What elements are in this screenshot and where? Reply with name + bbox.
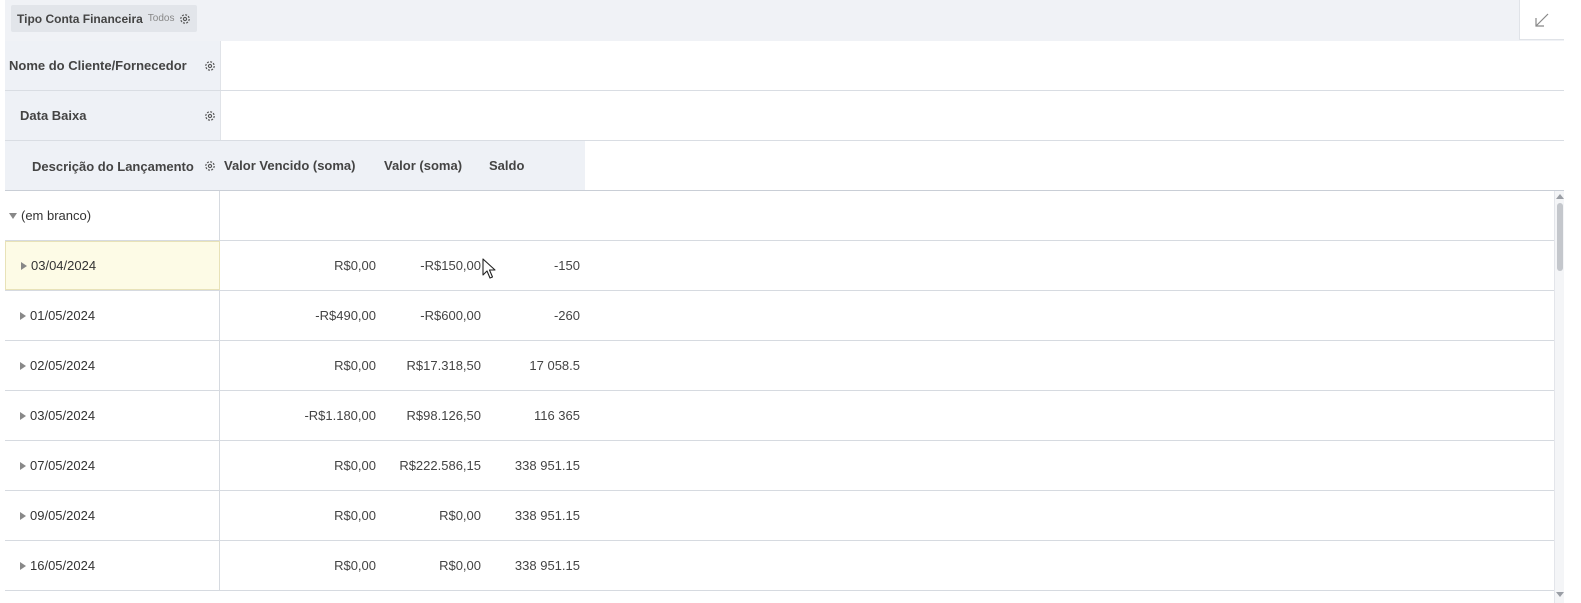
group-header[interactable]: (em branco) <box>5 191 220 240</box>
filter-value: Todos <box>147 13 175 24</box>
table-row: 03/05/2024 -R$1.180,00 R$98.126,50 116 365 <box>5 391 1554 441</box>
cell-valor-vencido[interactable]: R$0,00 <box>220 491 376 540</box>
cell-valor[interactable]: R$0,00 <box>376 541 481 590</box>
gear-icon[interactable] <box>204 160 216 172</box>
axis-label: Data Baixa <box>20 108 87 123</box>
cell-saldo[interactable]: 17 058.5 <box>481 341 580 390</box>
expand-triangle-icon[interactable] <box>20 411 26 420</box>
axis-header-data-baixa[interactable]: Data Baixa <box>5 91 220 140</box>
table-row: 02/05/2024 R$0,00 R$17.318,50 17 058.5 <box>5 341 1554 391</box>
table-row: 03/04/2024 R$0,00 -R$150,00 -150 <box>5 241 1554 291</box>
filter-label: Tipo Conta Financeira <box>17 11 143 26</box>
cell-saldo[interactable]: 338 951.15 <box>481 441 580 490</box>
scroll-down-icon[interactable] <box>1556 592 1564 597</box>
cell-valor[interactable]: -R$600,00 <box>376 291 481 340</box>
expand-triangle-icon[interactable] <box>20 511 26 520</box>
cell-saldo[interactable]: -260 <box>481 291 580 340</box>
pivot-grid: (em branco) 03/04/2024 R$0,00 -R$150,00 -15… <box>5 190 1564 603</box>
cell-valor-vencido[interactable]: R$0,00 <box>220 441 376 490</box>
axis-row-cliente: Nome do Cliente/Fornecedor <box>5 41 1564 91</box>
axis-label: Nome do Cliente/Fornecedor <box>9 58 187 73</box>
cell-valor[interactable]: -R$150,00 <box>376 241 481 290</box>
axis-label: Descrição do Lançamento <box>32 158 194 174</box>
row-header[interactable]: 01/05/2024 <box>5 291 220 340</box>
cell-valor-vencido[interactable]: -R$1.180,00 <box>220 391 376 440</box>
row-date: 03/04/2024 <box>31 258 97 273</box>
gear-icon[interactable] <box>179 13 191 25</box>
table-row: 09/05/2024 R$0,00 R$0,00 338 951.15 <box>5 491 1554 541</box>
cell-valor[interactable]: R$17.318,50 <box>376 341 481 390</box>
column-header-saldo[interactable]: Saldo <box>489 158 524 173</box>
column-header-valor[interactable]: Valor (soma) <box>384 158 462 173</box>
axis-row-data-baixa: Data Baixa <box>5 91 1564 141</box>
row-header[interactable]: 03/05/2024 <box>5 391 220 440</box>
axis-header-descricao[interactable]: Descrição do Lançamento <box>5 141 220 191</box>
row-date: 02/05/2024 <box>30 358 96 373</box>
expand-triangle-icon[interactable] <box>20 461 26 470</box>
vertical-scrollbar[interactable] <box>1554 191 1564 603</box>
filter-bar: Tipo Conta Financeira Todos <box>5 0 1564 42</box>
row-header[interactable]: 07/05/2024 <box>5 441 220 490</box>
expand-triangle-icon[interactable] <box>20 361 26 370</box>
gear-icon[interactable] <box>204 60 216 72</box>
filter-chip-tipo-conta[interactable]: Tipo Conta Financeira Todos <box>11 5 198 32</box>
scroll-thumb[interactable] <box>1557 203 1563 271</box>
cell-valor-vencido[interactable]: R$0,00 <box>220 241 376 290</box>
collapse-arrow-icon <box>1535 13 1549 27</box>
expand-triangle-icon[interactable] <box>9 212 17 219</box>
expand-triangle-icon[interactable] <box>20 561 26 570</box>
table-row: 16/05/2024 R$0,00 R$0,00 338 951.15 <box>5 541 1554 591</box>
axis-row-empty <box>220 91 1564 140</box>
cell-valor-vencido[interactable]: R$0,00 <box>220 541 376 590</box>
expand-triangle-icon[interactable] <box>20 311 26 320</box>
cell-valor[interactable]: R$98.126,50 <box>376 391 481 440</box>
row-date: 16/05/2024 <box>30 558 96 573</box>
collapse-arrow-button[interactable] <box>1519 0 1564 40</box>
gear-icon[interactable] <box>204 110 216 122</box>
row-header[interactable]: 16/05/2024 <box>5 541 220 590</box>
cell-saldo[interactable]: 116 365 <box>481 391 580 440</box>
expand-triangle-icon[interactable] <box>21 261 27 270</box>
row-header[interactable]: 03/04/2024 <box>5 241 220 290</box>
table-row: 07/05/2024 R$0,00 R$222.586,15 338 951.15 <box>5 441 1554 491</box>
axis-row-descricao: Descrição do Lançamento Valor Vencido (s… <box>5 141 1564 191</box>
group-row: (em branco) <box>5 191 1554 241</box>
axis-header-cliente[interactable]: Nome do Cliente/Fornecedor <box>5 41 220 90</box>
cell-saldo[interactable]: 338 951.15 <box>481 491 580 540</box>
cell-valor[interactable]: R$0,00 <box>376 491 481 540</box>
row-date: 07/05/2024 <box>30 458 96 473</box>
row-header[interactable]: 02/05/2024 <box>5 341 220 390</box>
axis-row-empty <box>220 41 1564 90</box>
row-date: 03/05/2024 <box>30 408 96 423</box>
row-date: 01/05/2024 <box>30 308 96 323</box>
mouse-cursor-icon <box>482 258 496 279</box>
cell-saldo[interactable]: 338 951.15 <box>481 541 580 590</box>
group-label: (em branco) <box>21 208 92 223</box>
cell-valor-vencido[interactable]: -R$490,00 <box>220 291 376 340</box>
row-date: 09/05/2024 <box>30 508 96 523</box>
scroll-up-icon[interactable] <box>1556 194 1564 199</box>
row-header[interactable]: 09/05/2024 <box>5 491 220 540</box>
column-header-valor-vencido[interactable]: Valor Vencido (soma) <box>224 158 356 173</box>
cell-valor[interactable]: R$222.586,15 <box>376 441 481 490</box>
table-row: 01/05/2024 -R$490,00 -R$600,00 -260 <box>5 291 1554 341</box>
cell-valor-vencido[interactable]: R$0,00 <box>220 341 376 390</box>
